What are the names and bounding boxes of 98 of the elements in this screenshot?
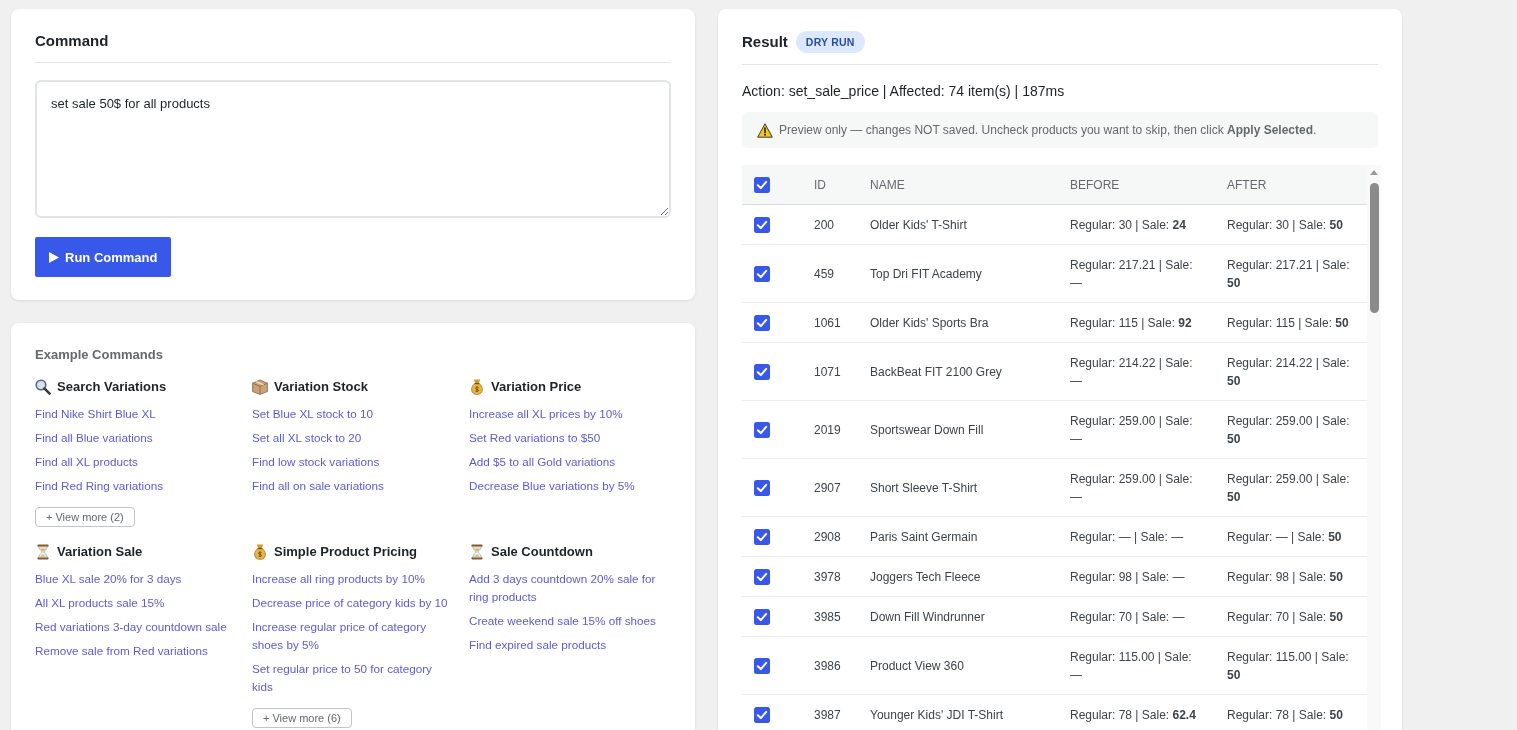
table-cell: 3978	[802, 556, 858, 597]
example-link[interactable]: Decrease price of category kids by 10	[252, 594, 448, 612]
example-link[interactable]: Decrease Blue variations by 5%	[469, 477, 635, 495]
row-checkbox[interactable]	[754, 529, 770, 545]
table-cell: Regular: 30 | Sale: 24	[1058, 204, 1215, 245]
table-cell: Older Kids' T-Shirt	[858, 204, 1058, 245]
row-checkbox[interactable]	[754, 315, 770, 331]
table-cell: Regular: 78 | Sale: 62.4	[1058, 694, 1215, 730]
column-header: ID	[802, 165, 858, 205]
box-icon	[252, 379, 268, 395]
notice-text: Preview only — changes NOT saved. Uncheck products you want to skip, then click Apply Selected.	[779, 122, 1317, 139]
example-link[interactable]: Set Blue XL stock to 10	[252, 405, 374, 423]
example-link[interactable]: Set all XL stock to 20	[252, 429, 362, 447]
group-heading: Variation Price	[491, 378, 582, 396]
row-checkbox[interactable]	[754, 422, 770, 438]
hourglass-icon	[35, 544, 51, 560]
group-heading: Sale Countdown	[491, 543, 593, 561]
group-heading: Variation Sale	[57, 543, 143, 561]
table-cell: Regular: — | Sale: —	[1058, 516, 1215, 557]
row-checkbox[interactable]	[754, 569, 770, 585]
example-link[interactable]: Remove sale from Red variations	[35, 642, 208, 660]
example-link[interactable]: Find all on sale variations	[252, 477, 384, 495]
table-cell: 2907	[802, 458, 858, 517]
table-cell: Down Fill Windrunner	[858, 596, 1058, 637]
table-cell: Top Dri FIT Academy	[858, 244, 1058, 303]
example-link[interactable]: Find all Blue variations	[35, 429, 153, 447]
scrollbar-thumb[interactable]	[1369, 183, 1379, 313]
column-header: NAME	[858, 165, 1058, 205]
table-cell: 200	[802, 204, 858, 245]
magnifier-icon	[35, 379, 51, 395]
column-header: BEFORE	[1058, 165, 1215, 205]
example-link[interactable]: Find expired sale products	[469, 636, 607, 654]
table-cell: Regular: 259.00 | Sale: —	[1058, 400, 1215, 459]
table-cell: 3986	[802, 636, 858, 695]
table-cell: Short Sleeve T-Shirt	[858, 458, 1058, 517]
table-cell: 3987	[802, 694, 858, 730]
row-checkbox[interactable]	[754, 364, 770, 380]
table-cell: Joggers Tech Fleece	[858, 556, 1058, 597]
group-heading: Search Variations	[57, 378, 167, 396]
table-cell: Regular: 115 | Sale: 92	[1058, 302, 1215, 343]
table-cell: 1061	[802, 302, 858, 343]
table-cell: Sportswear Down Fill	[858, 400, 1058, 459]
select-all-checkbox[interactable]	[754, 177, 770, 193]
row-checkbox[interactable]	[754, 480, 770, 496]
table-cell: Regular: 115.00 | Sale: —	[1058, 636, 1215, 695]
table-cell: 3985	[802, 596, 858, 637]
row-checkbox[interactable]	[754, 707, 770, 723]
row-checkbox[interactable]	[754, 217, 770, 233]
table-cell: 2019	[802, 400, 858, 459]
table-cell: Regular: 98 | Sale: —	[1058, 556, 1215, 597]
table-cell: Regular: 217.21 | Sale: —	[1058, 244, 1215, 303]
table-cell: Regular: 214.22 | Sale: —	[1058, 342, 1215, 401]
table-cell: BackBeat FIT 2100 Grey	[858, 342, 1058, 401]
example-link[interactable]: Find low stock variations	[252, 453, 380, 471]
scroll-up-icon[interactable]	[1370, 170, 1378, 175]
table-cell: Regular: 70 | Sale: —	[1058, 596, 1215, 637]
play-icon	[49, 251, 59, 263]
status-badge: DRY RUN	[795, 31, 865, 53]
example-link[interactable]: Find Nike Shirt Blue XL	[35, 405, 156, 423]
scrollbar[interactable]	[1367, 165, 1381, 730]
row-checkbox[interactable]	[754, 609, 770, 625]
example-link[interactable]: Find Red Ring variations	[35, 477, 163, 495]
table-cell: 2908	[802, 516, 858, 557]
table-cell: Younger Kids' JDI T-Shirt	[858, 694, 1058, 730]
hourglass-icon	[469, 544, 485, 560]
example-link[interactable]: Increase regular price of category shoes by 5%	[252, 618, 454, 654]
example-link[interactable]: Red variations 3-day countdown sale	[35, 618, 227, 636]
example-link[interactable]: Find all XL products	[35, 453, 138, 471]
table-cell: Paris Saint Germain	[858, 516, 1058, 557]
command-input[interactable]: set sale 50$ for all products	[35, 80, 671, 218]
money-bag-icon	[252, 544, 268, 560]
group-heading: Simple Product Pricing	[274, 543, 418, 561]
panel-title: Result	[742, 32, 788, 52]
warning-icon	[757, 122, 773, 138]
group-heading: Variation Stock	[274, 378, 368, 396]
example-link[interactable]: Set Red variations to $50	[469, 429, 601, 447]
panel-title: Command	[35, 31, 109, 51]
example-link[interactable]: Increase all ring products by 10%	[252, 570, 425, 588]
table-cell: Regular: 259.00 | Sale: —	[1058, 458, 1215, 517]
example-link[interactable]: Create weekend sale 15% off shoes	[469, 612, 656, 630]
view-more-button[interactable]: + View more (2)	[35, 507, 135, 527]
money-bag-icon	[469, 379, 485, 395]
run-command-button[interactable]: Run Command	[35, 237, 172, 277]
section-title: Example Commands	[35, 346, 164, 364]
example-link[interactable]: Blue XL sale 20% for 3 days	[35, 570, 182, 588]
example-link[interactable]: Add $5 to all Gold variations	[469, 453, 616, 471]
table-cell: 459	[802, 244, 858, 303]
example-link[interactable]: Increase all XL prices by 10%	[469, 405, 623, 423]
example-link[interactable]: All XL products sale 15%	[35, 594, 165, 612]
example-link[interactable]: Add 3 days countdown 20% sale for ring products	[469, 570, 671, 606]
row-checkbox[interactable]	[754, 266, 770, 282]
summary-text: Action: set_sale_price | Affected: 74 item(s) | 187ms	[742, 82, 1066, 101]
table-cell: 1071	[802, 342, 858, 401]
view-more-button[interactable]: + View more (6)	[252, 708, 352, 728]
example-link[interactable]: Set regular price to 50 for category kids	[252, 660, 454, 696]
table-cell: Older Kids' Sports Bra	[858, 302, 1058, 343]
row-checkbox[interactable]	[754, 658, 770, 674]
table-cell: Product View 360	[858, 636, 1058, 695]
